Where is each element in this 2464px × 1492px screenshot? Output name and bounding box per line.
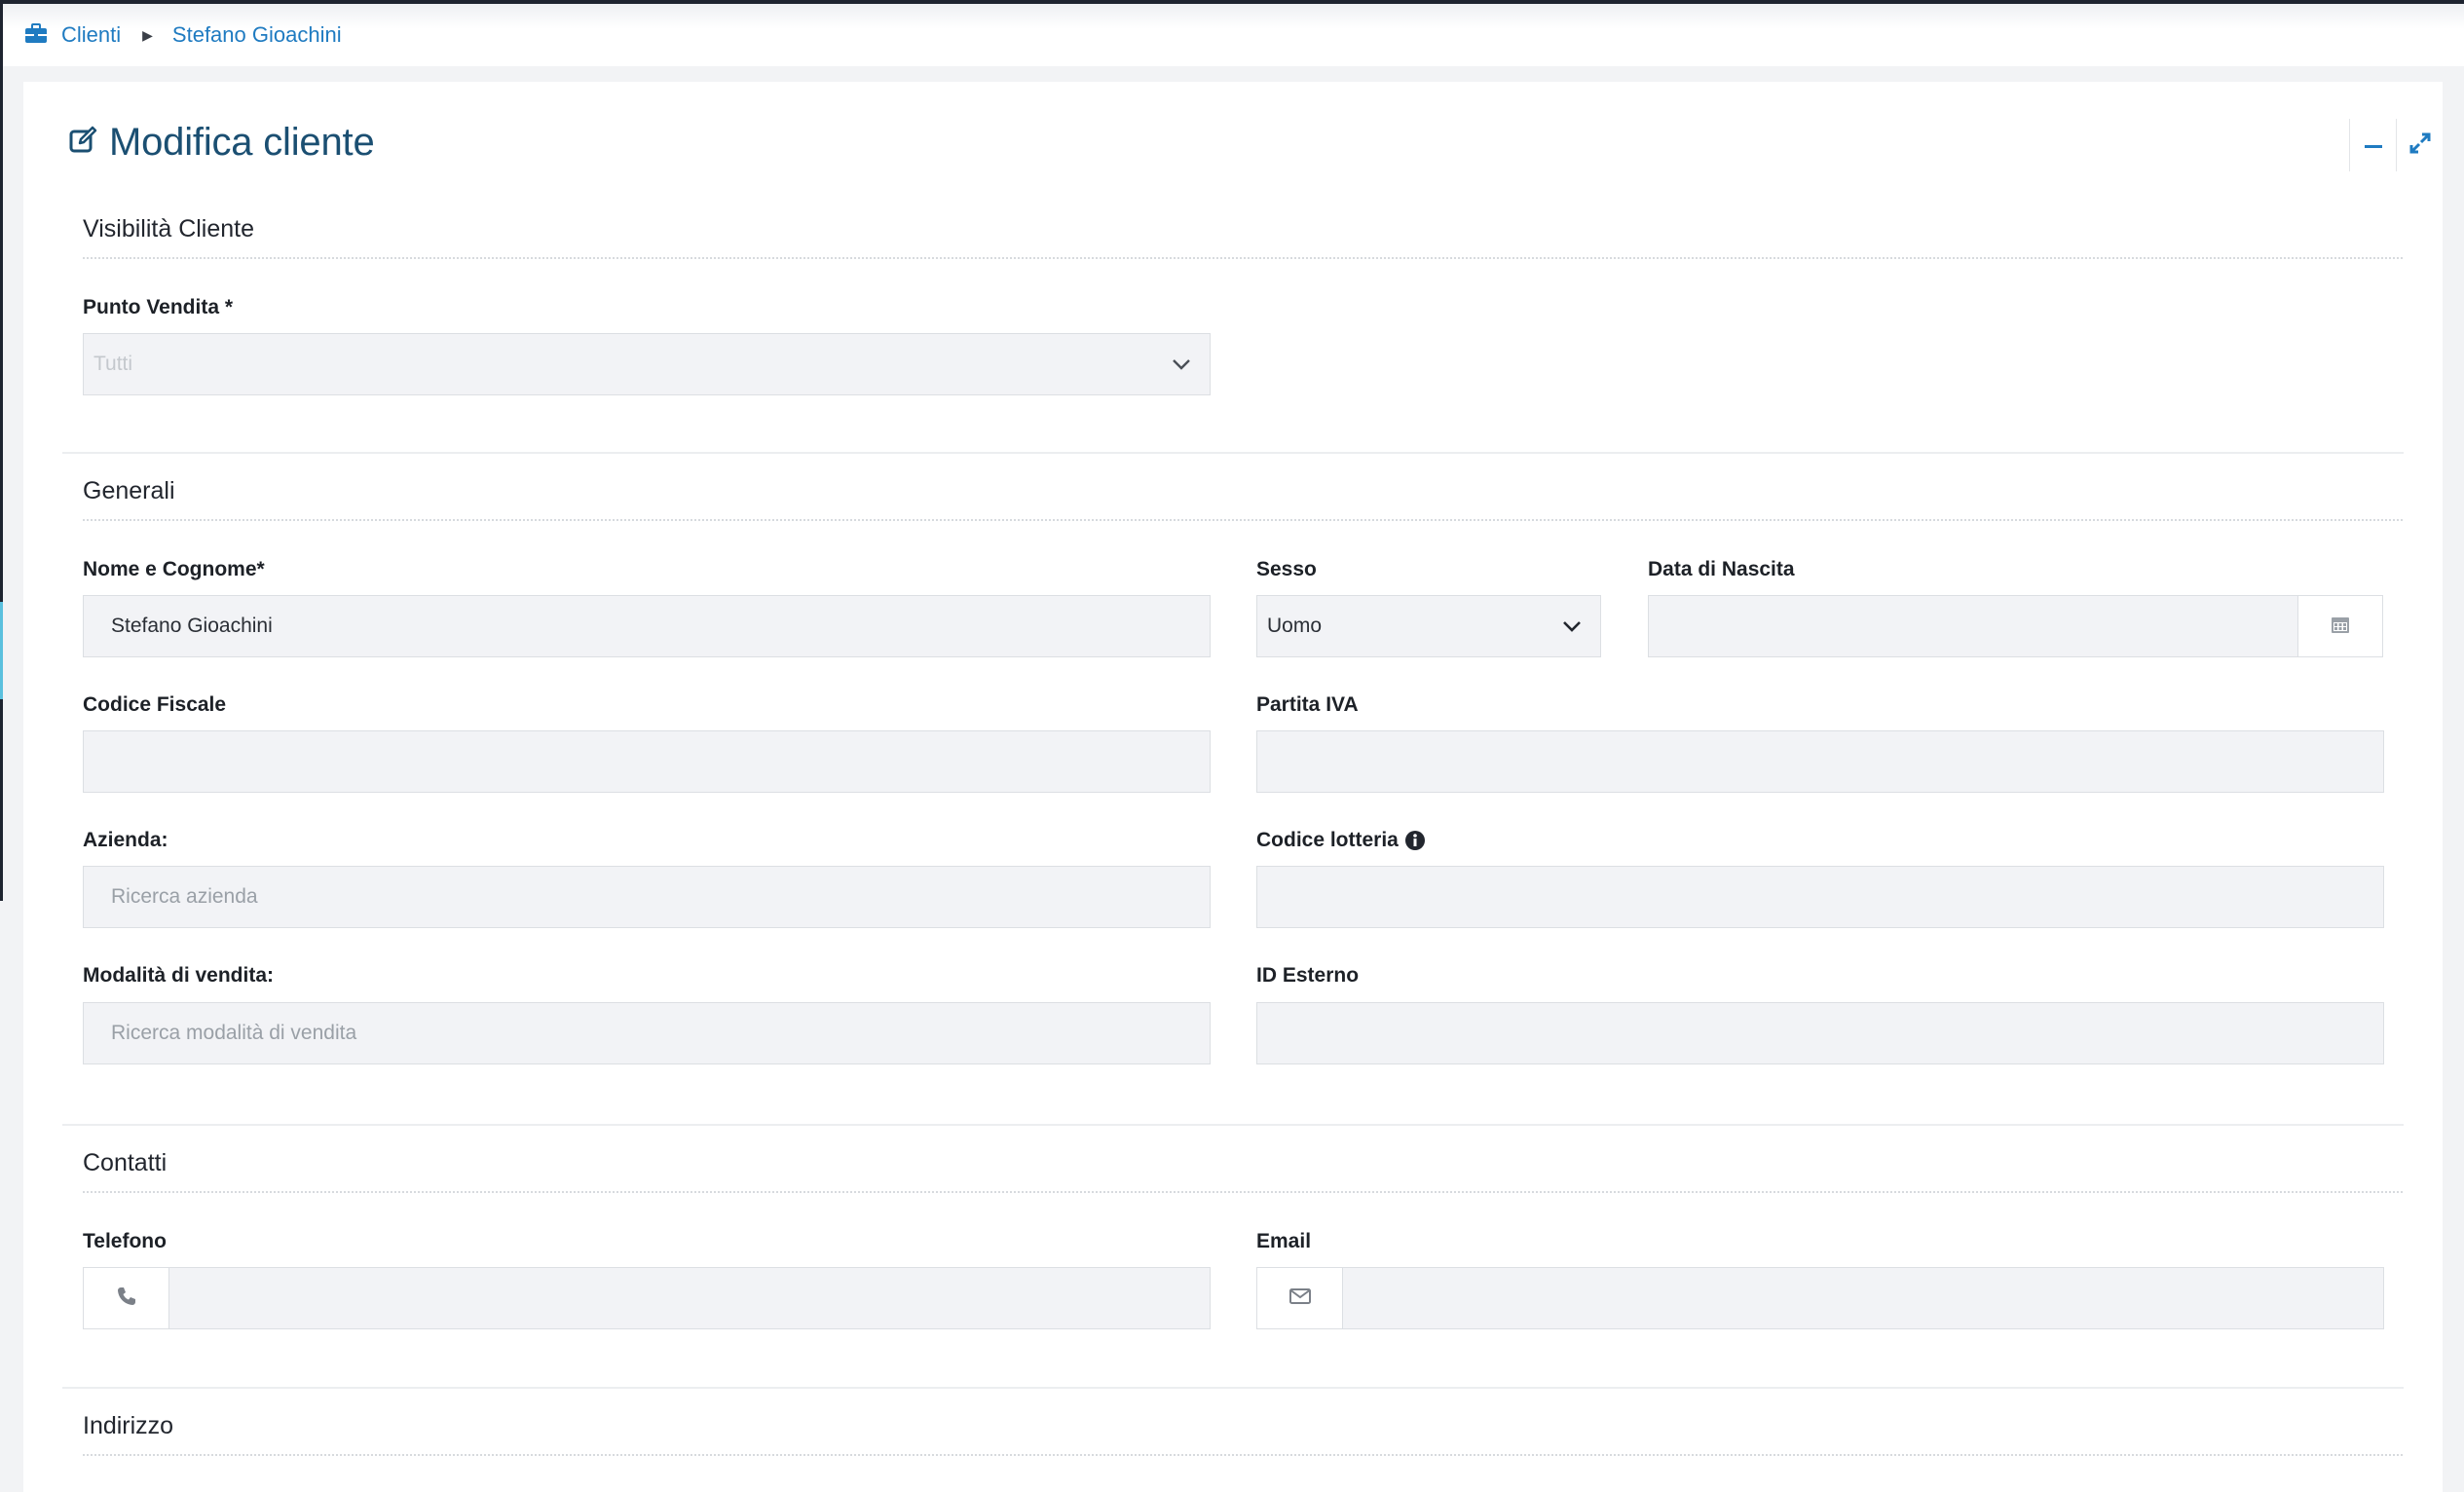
phone-addon [83, 1267, 169, 1329]
info-icon[interactable] [1404, 830, 1426, 851]
codice-lotteria-input[interactable] [1256, 866, 2384, 928]
email-addon [1256, 1267, 1343, 1329]
left-accent-bar [0, 602, 3, 699]
section-generali-heading: Generali [83, 477, 2403, 521]
envelope-icon [1288, 1287, 1312, 1310]
nome-cognome-value: Stefano Gioachini [111, 615, 273, 637]
email-label: Email [1256, 1230, 1312, 1252]
section-divider [62, 1124, 2404, 1126]
punto-vendita-select[interactable]: Tutti [83, 333, 1211, 395]
punto-vendita-label: Punto Vendita * [83, 296, 234, 318]
punto-vendita-value: Tutti [93, 353, 133, 375]
section-visibility-heading: Visibilità Cliente [83, 215, 2403, 259]
chevron-down-icon [1171, 357, 1192, 371]
codice-lotteria-label: Codice lotteria [1256, 829, 1399, 851]
section-divider [62, 1387, 2404, 1389]
partita-iva-label: Partita IVA [1256, 693, 1359, 716]
briefcase-icon [24, 23, 48, 47]
breadcrumb-current-link[interactable]: Stefano Gioachini [172, 22, 342, 48]
nome-cognome-input[interactable]: Stefano Gioachini [83, 595, 1211, 657]
card-tools [2349, 119, 2443, 171]
chevron-down-icon [1561, 619, 1583, 633]
azienda-label: Azienda: [83, 829, 168, 851]
breadcrumb-clienti-link[interactable]: Clienti [61, 22, 121, 48]
data-nascita-input[interactable] [1648, 595, 2298, 657]
edit-icon [68, 126, 97, 160]
sesso-select[interactable]: Uomo [1256, 595, 1601, 657]
codice-fiscale-label: Codice Fiscale [83, 693, 227, 716]
modalita-vendita-label: Modalità di vendita: [83, 964, 275, 987]
nome-cognome-label: Nome e Cognome* [83, 558, 265, 580]
azienda-placeholder: Ricerca azienda [111, 885, 258, 908]
id-esterno-input[interactable] [1256, 1002, 2384, 1064]
window-left-border [0, 0, 3, 901]
sesso-value: Uomo [1267, 615, 1323, 637]
edit-client-card: Modifica cliente Visibilità Cliente Punt… [23, 82, 2443, 1492]
id-esterno-label: ID Esterno [1256, 964, 1360, 987]
calendar-button[interactable] [2297, 595, 2383, 657]
partita-iva-input[interactable] [1256, 730, 2384, 793]
azienda-search-input[interactable]: Ricerca azienda [83, 866, 1211, 928]
page-title-text: Modifica cliente [109, 121, 375, 164]
calendar-icon [2331, 615, 2350, 639]
telefono-input[interactable] [168, 1267, 1211, 1329]
modalita-vendita-search-input[interactable]: Ricerca modalità di vendita [83, 1002, 1211, 1064]
minimize-icon [2364, 136, 2382, 154]
expand-icon [2408, 131, 2432, 160]
codice-fiscale-input[interactable] [83, 730, 1211, 793]
sesso-label: Sesso [1256, 558, 1317, 580]
email-input[interactable] [1342, 1267, 2384, 1329]
modalita-vendita-placeholder: Ricerca modalità di vendita [111, 1022, 357, 1044]
telefono-label: Telefono [83, 1230, 167, 1252]
breadcrumb: Clienti ▶ Stefano Gioachini [3, 4, 2464, 66]
data-nascita-label: Data di Nascita [1648, 558, 1795, 580]
section-contatti-heading: Contatti [83, 1149, 2403, 1193]
section-divider [62, 452, 2404, 454]
phone-icon [116, 1286, 137, 1312]
expand-button[interactable] [2396, 119, 2443, 171]
caret-right-icon: ▶ [142, 26, 153, 43]
minimize-button[interactable] [2349, 119, 2396, 171]
section-indirizzo-heading: Indirizzo [83, 1412, 2403, 1456]
page-title: Modifica cliente [68, 121, 375, 165]
codice-lotteria-label-wrap: Codice lotteria [1256, 829, 1426, 852]
